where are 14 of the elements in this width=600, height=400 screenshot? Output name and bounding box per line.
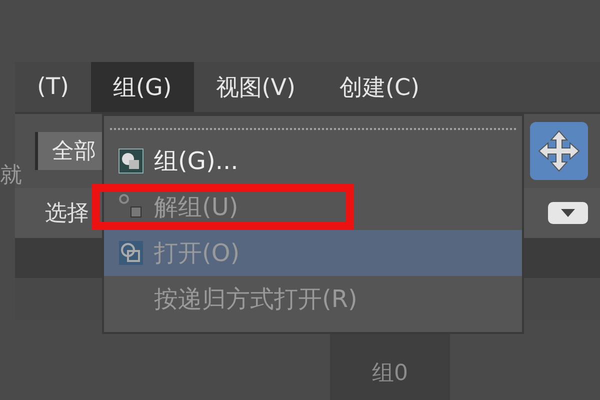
ungroup-icon [118, 194, 144, 220]
caret-icon [561, 209, 575, 217]
group-icon [118, 148, 144, 174]
dropdown-button[interactable] [548, 202, 588, 224]
menu-item[interactable]: 组(G) [91, 62, 194, 112]
side-label: 就 [0, 162, 22, 190]
menu-item[interactable]: 创建(C) [317, 62, 442, 112]
menu-item[interactable]: 视图(V) [194, 62, 318, 112]
move-icon [537, 129, 581, 173]
viewport-label: 组0 [372, 360, 408, 388]
selection-label: 选择 [44, 200, 90, 228]
move-button[interactable] [530, 122, 588, 180]
menu-item[interactable]: (T) [15, 62, 91, 112]
group-icon [118, 240, 144, 266]
